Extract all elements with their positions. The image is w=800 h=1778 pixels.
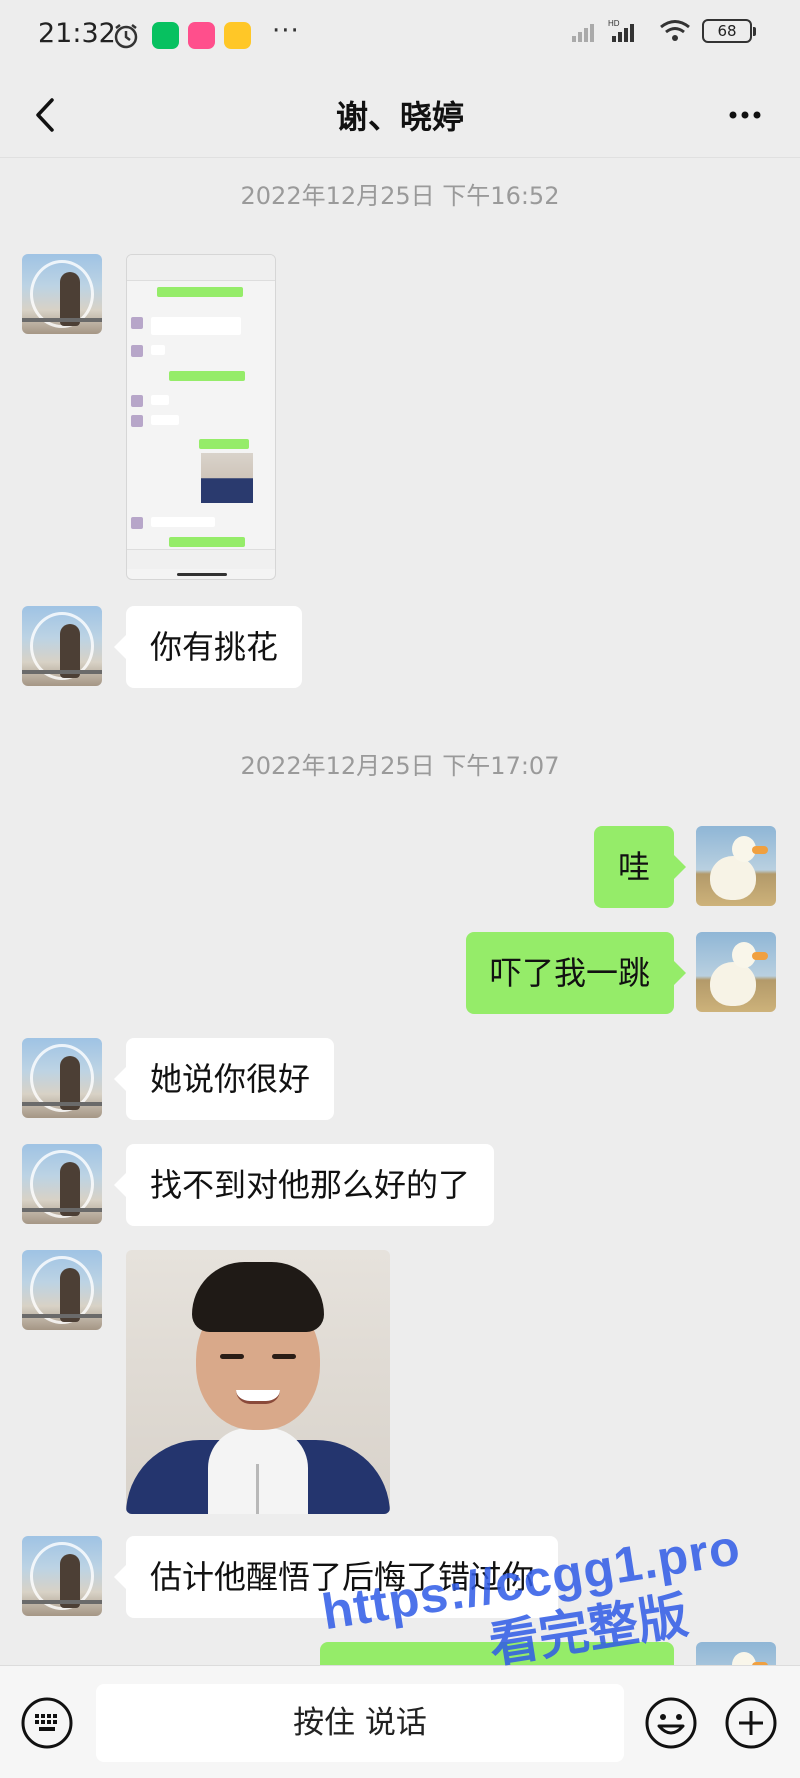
contact-avatar[interactable]	[22, 1144, 102, 1224]
input-bar: 按住 说话	[0, 1665, 800, 1778]
app-notification-icon	[188, 22, 215, 49]
timestamp: 2022年12月25日 下午16:52	[240, 182, 560, 210]
more-options-icon[interactable]	[720, 90, 770, 140]
chat-header: 谢、晓婷	[0, 72, 800, 158]
contact-avatar[interactable]	[22, 1038, 102, 1118]
contact-avatar[interactable]	[22, 606, 102, 686]
message-list[interactable]: 2022年12月25日 下午16:52 你有挑花 2022年12月25日 下午1…	[0, 158, 800, 1665]
signal-icon: HD	[572, 19, 634, 42]
status-right-group: HD 68	[570, 18, 756, 44]
timestamp: 2022年12月25日 下午17:07	[240, 752, 560, 780]
emoji-icon[interactable]	[644, 1696, 698, 1750]
plus-circle-icon[interactable]	[724, 1696, 778, 1750]
chat-title: 谢、晓婷	[335, 98, 464, 136]
contact-avatar[interactable]	[22, 1250, 102, 1330]
message-bubble-received[interactable]: 找不到对他那么好的了	[113, 1144, 495, 1226]
message-bubble-sent[interactable]: 哇	[593, 826, 687, 908]
screenshot-image-message[interactable]	[126, 254, 276, 580]
photo-image-message[interactable]	[126, 1250, 390, 1514]
contact-avatar[interactable]	[22, 254, 102, 334]
self-avatar[interactable]	[696, 1642, 776, 1665]
status-bar: 21:32 ··· HD 68	[0, 0, 800, 72]
self-avatar[interactable]	[696, 932, 776, 1012]
hold-to-talk-button[interactable]: 按住 说话	[96, 1684, 624, 1762]
wifi-icon	[660, 20, 690, 41]
message-bubble-received[interactable]: 估计他醒悟了后悔了错过你	[113, 1536, 559, 1618]
contact-avatar[interactable]	[22, 1536, 102, 1616]
wechat-notification-icon	[152, 22, 179, 49]
signal-hd-label: HD	[608, 19, 620, 28]
app-notification-icon-2	[224, 22, 251, 49]
message-bubble-received[interactable]: 你有挑花	[113, 606, 303, 688]
message-bubble-sent[interactable]: 吓了我一跳	[465, 932, 687, 1014]
keyboard-icon[interactable]	[20, 1696, 74, 1750]
message-bubble-received[interactable]: 她说你很好	[113, 1038, 335, 1120]
self-avatar[interactable]	[696, 826, 776, 906]
status-time: 21:32	[38, 18, 116, 49]
message-bubble-sent-partial[interactable]	[320, 1642, 674, 1665]
alarm-clock-icon	[114, 24, 138, 49]
more-notifications-icon: ···	[272, 16, 300, 46]
battery-icon: 68	[702, 19, 756, 43]
